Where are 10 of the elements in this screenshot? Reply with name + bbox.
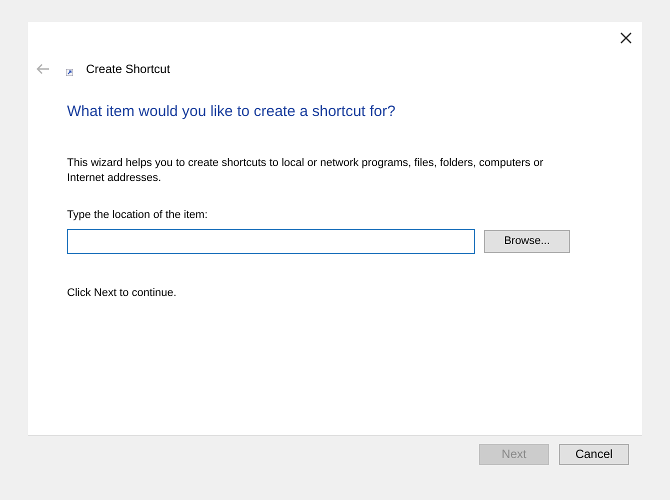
location-input[interactable] — [67, 229, 475, 254]
location-label: Type the location of the item: — [67, 208, 209, 222]
window-title: Create Shortcut — [86, 61, 170, 78]
description-text: This wizard helps you to create shortcuts to local or network programs, files, folders, computers or Internet addresses. — [67, 156, 544, 186]
wizard-button[interactable]: Cancel — [559, 444, 629, 464]
browse-button[interactable]: Browse... — [484, 230, 570, 253]
wizard-heading: What item would you like to create a shortcut for? — [67, 102, 396, 122]
close-icon[interactable] — [620, 32, 632, 44]
shortcut-icon — [66, 68, 73, 76]
hint-text: Click Next to continue. — [67, 286, 178, 301]
